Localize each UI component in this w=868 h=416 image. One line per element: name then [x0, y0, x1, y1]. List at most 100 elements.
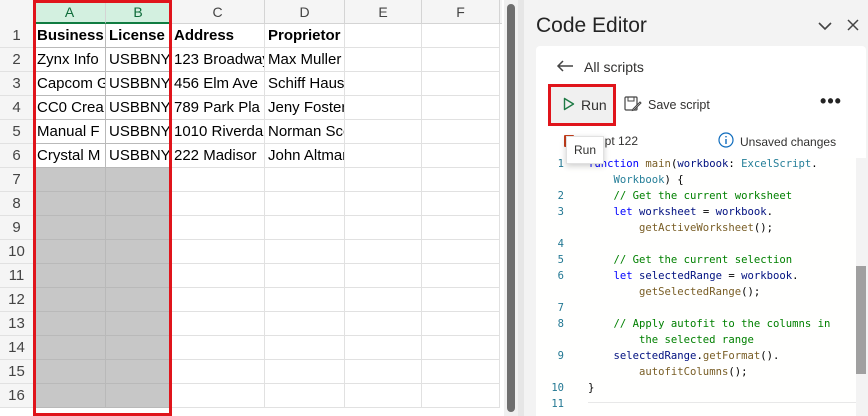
cell-a9[interactable] — [34, 216, 106, 240]
cell-b3[interactable]: USBBNY — [106, 72, 171, 96]
cell-b16[interactable] — [106, 384, 171, 408]
cell-a10[interactable] — [34, 240, 106, 264]
cell-a5[interactable]: Manual F — [34, 120, 106, 144]
cell-e16[interactable] — [345, 384, 422, 408]
cell-d7[interactable] — [265, 168, 345, 192]
cell-f13[interactable] — [422, 312, 500, 336]
cell-a4[interactable]: CC0 Crea — [34, 96, 106, 120]
code-scrollbar-thumb[interactable] — [856, 266, 866, 374]
cell-d1[interactable]: Proprietor — [265, 24, 345, 48]
row-header[interactable]: 5 — [0, 120, 34, 144]
cell-b5[interactable]: USBBNY — [106, 120, 171, 144]
cell-c16[interactable] — [171, 384, 265, 408]
back-to-all-scripts-link[interactable]: All scripts — [556, 56, 644, 78]
column-header-e[interactable]: E — [345, 0, 422, 24]
cell-e3[interactable] — [345, 72, 422, 96]
cell-a13[interactable] — [34, 312, 106, 336]
cell-a3[interactable]: Capcom G — [34, 72, 106, 96]
close-pane-button[interactable] — [842, 16, 864, 38]
cell-c6[interactable]: 222 Madisor — [171, 144, 265, 168]
cell-e12[interactable] — [345, 288, 422, 312]
cell-e11[interactable] — [345, 264, 422, 288]
cell-f14[interactable] — [422, 336, 500, 360]
row-header[interactable]: 6 — [0, 144, 34, 168]
row-header[interactable]: 11 — [0, 264, 34, 288]
sheet-scrollbar-thumb[interactable] — [507, 4, 515, 412]
cell-c10[interactable] — [171, 240, 265, 264]
collapse-pane-button[interactable] — [814, 16, 836, 38]
cell-e2[interactable] — [345, 48, 422, 72]
cell-b11[interactable] — [106, 264, 171, 288]
cell-e8[interactable] — [345, 192, 422, 216]
cell-d4[interactable]: Jeny Foster — [265, 96, 345, 120]
cell-d10[interactable] — [265, 240, 345, 264]
cell-e4[interactable] — [345, 96, 422, 120]
cell-d11[interactable] — [265, 264, 345, 288]
cell-c12[interactable] — [171, 288, 265, 312]
row-header[interactable]: 16 — [0, 384, 34, 408]
column-header-f[interactable]: F — [422, 0, 500, 24]
cell-a7[interactable] — [34, 168, 106, 192]
cell-d3[interactable]: Schiff Hausen — [265, 72, 345, 96]
cell-b10[interactable] — [106, 240, 171, 264]
cell-e10[interactable] — [345, 240, 422, 264]
cell-e1[interactable] — [345, 24, 422, 48]
cell-f16[interactable] — [422, 384, 500, 408]
cell-f15[interactable] — [422, 360, 500, 384]
cell-b6[interactable]: USBBNY — [106, 144, 171, 168]
cell-b2[interactable]: USBBNY — [106, 48, 171, 72]
cell-e13[interactable] — [345, 312, 422, 336]
cell-b8[interactable] — [106, 192, 171, 216]
cell-b15[interactable] — [106, 360, 171, 384]
row-header[interactable]: 8 — [0, 192, 34, 216]
cell-d8[interactable] — [265, 192, 345, 216]
cell-a8[interactable] — [34, 192, 106, 216]
cell-a15[interactable] — [34, 360, 106, 384]
cell-d13[interactable] — [265, 312, 345, 336]
cell-a16[interactable] — [34, 384, 106, 408]
cell-b7[interactable] — [106, 168, 171, 192]
cell-f10[interactable] — [422, 240, 500, 264]
run-button[interactable]: Run — [548, 84, 616, 126]
cell-c13[interactable] — [171, 312, 265, 336]
cell-c15[interactable] — [171, 360, 265, 384]
cell-a12[interactable] — [34, 288, 106, 312]
cell-e7[interactable] — [345, 168, 422, 192]
cell-d9[interactable] — [265, 216, 345, 240]
cell-d5[interactable]: Norman Scott — [265, 120, 345, 144]
save-script-button[interactable]: Save script — [624, 94, 710, 116]
cell-f8[interactable] — [422, 192, 500, 216]
cell-d12[interactable] — [265, 288, 345, 312]
column-header-d[interactable]: D — [265, 0, 345, 24]
cell-e9[interactable] — [345, 216, 422, 240]
cell-c14[interactable] — [171, 336, 265, 360]
cell-f5[interactable] — [422, 120, 500, 144]
cell-e5[interactable] — [345, 120, 422, 144]
cell-e14[interactable] — [345, 336, 422, 360]
row-header[interactable]: 10 — [0, 240, 34, 264]
cell-f4[interactable] — [422, 96, 500, 120]
row-header[interactable]: 7 — [0, 168, 34, 192]
cell-c9[interactable] — [171, 216, 265, 240]
cell-c2[interactable]: 123 Broadway — [171, 48, 265, 72]
cell-c3[interactable]: 456 Elm Ave — [171, 72, 265, 96]
cell-f7[interactable] — [422, 168, 500, 192]
code-editor[interactable]: 1 2 3 4 5 6 7 8 9 10 11 function main(workbook: Ex… — [536, 158, 866, 416]
cell-a1[interactable]: Business — [34, 24, 106, 48]
cell-c8[interactable] — [171, 192, 265, 216]
column-header-c[interactable]: C — [171, 0, 265, 24]
cell-f9[interactable] — [422, 216, 500, 240]
cell-e6[interactable] — [345, 144, 422, 168]
cell-c1[interactable]: Address — [171, 24, 265, 48]
row-header[interactable]: 14 — [0, 336, 34, 360]
cell-d15[interactable] — [265, 360, 345, 384]
select-all-corner[interactable] — [0, 0, 34, 24]
cell-f6[interactable] — [422, 144, 500, 168]
row-header[interactable]: 3 — [0, 72, 34, 96]
row-header[interactable]: 1 — [0, 24, 34, 48]
cell-c5[interactable]: 1010 Riverda — [171, 120, 265, 144]
cell-c7[interactable] — [171, 168, 265, 192]
script-name[interactable]: ript 122 — [598, 134, 638, 148]
cell-d14[interactable] — [265, 336, 345, 360]
cell-f1[interactable] — [422, 24, 500, 48]
